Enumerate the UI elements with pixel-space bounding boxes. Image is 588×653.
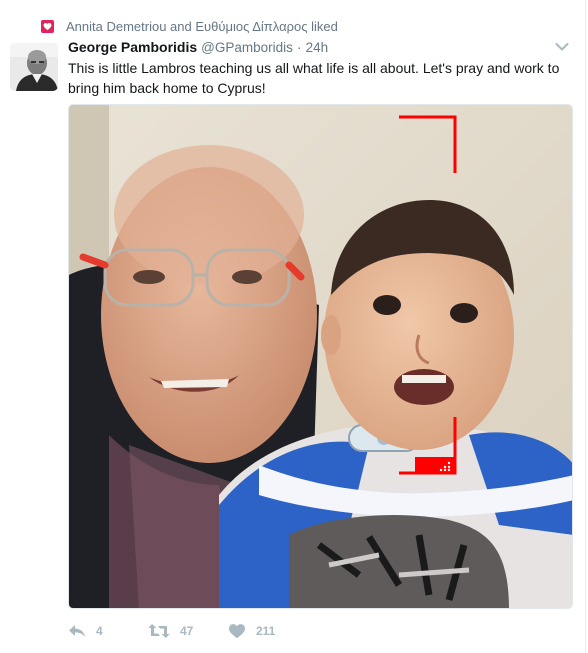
tweet-card[interactable]: Annita Demetriou and Ευθύμιος Δίπλαρος l…	[0, 0, 586, 653]
tweet-photo[interactable]	[68, 104, 573, 609]
like-heart-icon	[229, 624, 245, 639]
chevron-down-icon[interactable]	[555, 42, 569, 52]
retweet-count: 47	[180, 624, 194, 638]
avatar[interactable]	[10, 43, 58, 91]
reply-button[interactable]: 4	[68, 623, 148, 639]
reply-icon	[69, 625, 85, 637]
tweet-actions: 4 47 211	[68, 620, 308, 642]
like-count: 211	[256, 624, 276, 638]
heart-icon	[41, 19, 54, 33]
social-context-text: Annita Demetriou and Ευθύμιος Δίπλαρος l…	[66, 18, 338, 34]
author-fullname[interactable]: George Pamboridis	[68, 39, 197, 55]
time-separator: ·	[296, 39, 302, 55]
like-button[interactable]: 211	[228, 623, 308, 639]
selfie-photo	[69, 105, 572, 608]
tweet-text: This is little Lambros teaching us all w…	[68, 60, 560, 96]
tweet-timestamp[interactable]: 24h	[306, 40, 329, 55]
reply-count: 4	[96, 624, 103, 638]
social-context[interactable]: Annita Demetriou and Ευθύμιος Δίπλαρος l…	[41, 18, 338, 34]
retweet-button[interactable]: 47	[148, 623, 228, 639]
tweet-header: George Pamboridis @GPamboridis · 24h	[68, 39, 570, 57]
retweet-icon	[148, 624, 170, 638]
author-username[interactable]: @GPamboridis	[201, 40, 293, 55]
